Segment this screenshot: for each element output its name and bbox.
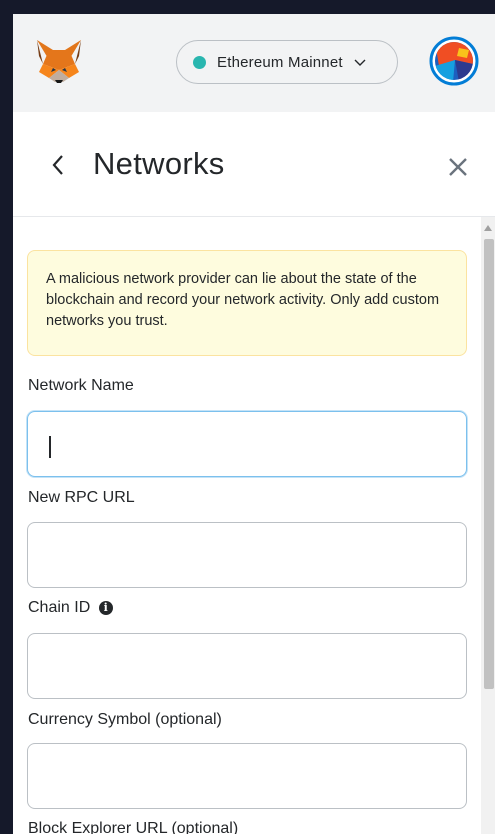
block-explorer-label: Block Explorer URL (optional)	[28, 820, 239, 834]
security-warning: A malicious network provider can lie abo…	[27, 250, 467, 356]
page-title: Networks	[93, 146, 225, 181]
close-icon[interactable]	[447, 156, 469, 178]
metamask-fox-icon[interactable]	[35, 38, 83, 84]
scrollbar-thumb[interactable]	[484, 239, 494, 689]
account-avatar[interactable]	[429, 36, 479, 86]
network-name: Ethereum Mainnet	[217, 53, 343, 71]
network-status-dot	[193, 55, 206, 69]
currency-symbol-label: Currency Symbol (optional)	[28, 711, 222, 728]
network-form: A malicious network provider can lie abo…	[13, 217, 495, 834]
chain-id-input[interactable]	[27, 633, 467, 699]
currency-symbol-input[interactable]	[27, 743, 467, 809]
network-name-input[interactable]	[27, 411, 467, 477]
rpc-url-label: New RPC URL	[28, 489, 135, 506]
chevron-down-icon	[354, 59, 366, 66]
app-frame: Ethereum Mainnet Networks A malicious ne…	[13, 14, 495, 834]
network-selector[interactable]: Ethereum Mainnet	[176, 40, 398, 84]
app-header: Ethereum Mainnet	[13, 14, 495, 112]
info-icon[interactable]: i	[98, 601, 113, 615]
network-name-label: Network Name	[28, 377, 134, 394]
text-cursor	[49, 436, 51, 458]
chain-id-label-row: Chain ID i	[28, 599, 113, 617]
chevron-left-icon[interactable]	[49, 152, 67, 178]
scroll-up-arrow-icon[interactable]	[484, 225, 492, 231]
page-header: Networks	[13, 112, 495, 217]
chain-id-label: Chain ID	[28, 599, 91, 616]
rpc-url-input[interactable]	[27, 522, 467, 588]
